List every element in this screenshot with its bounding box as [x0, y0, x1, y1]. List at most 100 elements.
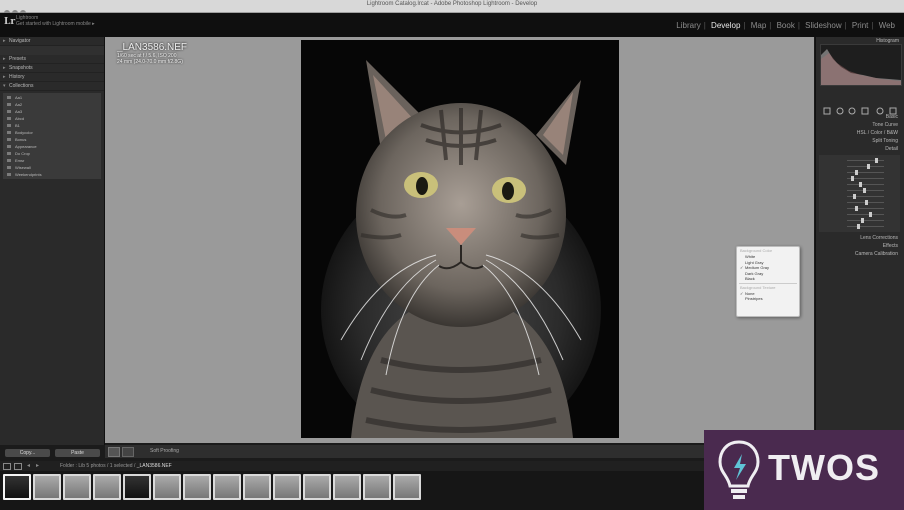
panel-history-header[interactable]: ▸ History	[0, 73, 104, 82]
slider-row[interactable]	[825, 212, 894, 217]
panel-split-toning[interactable]: Split Toning	[815, 137, 904, 145]
module-slideshow[interactable]: Slideshow	[805, 21, 841, 30]
slider-row[interactable]	[825, 170, 894, 175]
filmstrip-thumbnail[interactable]	[153, 474, 181, 500]
panel-snapshots-header[interactable]: ▸ Snapshots	[0, 64, 104, 73]
catalog-label: Lightroom Get started with Lightroom mob…	[16, 15, 95, 27]
thumbnail-image	[215, 476, 239, 498]
lightbulb-logo-icon	[718, 440, 760, 499]
collection-item[interactable]: Weekendprints	[3, 171, 101, 178]
panel-effects[interactable]: Effects	[815, 242, 904, 250]
collection-item[interactable]: B1	[3, 122, 101, 129]
thumbnail-image	[65, 476, 89, 498]
slider-row[interactable]	[825, 176, 894, 181]
thumbnail-image	[395, 476, 419, 498]
panel-hsl[interactable]: HSL / Color / B&W	[815, 129, 904, 137]
forward-arrow-icon[interactable]: ▸	[36, 462, 39, 469]
breadcrumb-current-file: _LAN3586.NEF	[136, 463, 172, 469]
loupe-view-icon[interactable]	[108, 447, 120, 457]
thumbnail-image	[365, 476, 389, 498]
slider-row[interactable]	[825, 158, 894, 163]
collection-item[interactable]: Appearance	[3, 143, 101, 150]
filmstrip-thumbnail[interactable]	[363, 474, 391, 500]
panel-tone-curve[interactable]: Tone Curve	[815, 121, 904, 129]
filmstrip-breadcrumb[interactable]: Folder : Lib 5 photos / 1 selected / _LA…	[60, 463, 172, 469]
thumbnail-image	[245, 476, 269, 498]
filmstrip-thumbnail[interactable]	[93, 474, 121, 500]
module-map[interactable]: Map	[751, 21, 767, 30]
panel-detail[interactable]: Detail	[815, 145, 904, 153]
filmstrip-thumbnail[interactable]	[273, 474, 301, 500]
breadcrumb-folder[interactable]: Folder : Lib	[60, 463, 85, 469]
panel-navigator-header[interactable]: ▸ Navigator	[0, 37, 104, 46]
secondary-display-icon[interactable]	[3, 463, 11, 470]
menu-item-pinstripes[interactable]: Pinstripes	[737, 296, 799, 302]
module-print[interactable]: Print	[852, 21, 868, 30]
panel-basic[interactable]: Basic	[815, 113, 904, 121]
module-web[interactable]: Web	[879, 21, 895, 30]
filmstrip-thumbnail[interactable]	[393, 474, 421, 500]
expand-triangle-icon: ▸	[3, 65, 6, 71]
filmstrip-thumbnail[interactable]	[333, 474, 361, 500]
thumbnail-image	[95, 476, 119, 498]
filmstrip-thumbnail[interactable]	[303, 474, 331, 500]
slider-row[interactable]	[825, 200, 894, 205]
menu-item-black[interactable]: Black	[737, 276, 799, 282]
grid-view-icon[interactable]	[14, 463, 22, 470]
collection-item[interactable]: Aa2	[3, 101, 101, 108]
collection-item[interactable]: Aa1	[3, 94, 101, 101]
module-book[interactable]: Book	[777, 21, 795, 30]
filmstrip-thumbnail[interactable]	[243, 474, 271, 500]
paste-settings-button[interactable]: Paste	[55, 449, 100, 457]
loupe-filename: _LAN3586.NEF	[117, 42, 188, 53]
panel-camera-calibration[interactable]: Camera Calibration	[815, 250, 904, 258]
collection-item[interactable]: Wisewall	[3, 164, 101, 171]
filmstrip-thumbnail[interactable]	[33, 474, 61, 500]
slider-row[interactable]	[825, 206, 894, 211]
collapse-triangle-icon: ▸	[3, 38, 6, 44]
collapse-triangle-icon: ▾	[3, 83, 6, 89]
slider-row[interactable]	[825, 188, 894, 193]
lightroom-logo: Lr	[4, 17, 16, 27]
slider-row[interactable]	[825, 164, 894, 169]
slider-row[interactable]	[825, 224, 894, 229]
module-develop[interactable]: Develop	[711, 21, 740, 30]
thumbnail-image	[305, 476, 329, 498]
histogram[interactable]	[820, 44, 902, 86]
filmstrip-thumbnail[interactable]	[63, 474, 91, 500]
cat-photo[interactable]	[301, 40, 619, 438]
slider-row[interactable]	[825, 218, 894, 223]
navigator-preview[interactable]	[0, 46, 104, 55]
collection-item[interactable]: Bonus	[3, 136, 101, 143]
collection-item[interactable]: Bodycolor	[3, 129, 101, 136]
soft-proofing-checkbox[interactable]: Soft Proofing	[150, 448, 179, 454]
mobile-promo-link[interactable]: Get started with Lightroom mobile ▸	[16, 21, 95, 27]
collection-item[interactable]: Aa3	[3, 108, 101, 115]
panel-lens-corrections[interactable]: Lens Corrections	[815, 234, 904, 242]
panel-collections-header[interactable]: ▾ Collections	[0, 82, 104, 91]
copy-settings-button[interactable]: Copy...	[5, 449, 50, 457]
collection-item[interactable]: Emsr	[3, 157, 101, 164]
slider-row[interactable]	[825, 194, 894, 199]
filmstrip-thumbnail[interactable]	[213, 474, 241, 500]
collection-item[interactable]: Abcd	[3, 115, 101, 122]
window-title-bar: Lightroom Catalog.lrcat - Adobe Photosho…	[0, 0, 904, 16]
loupe-info-overlay: _LAN3586.NEF 1/60 sec at f / 5.6, ISO 20…	[117, 42, 187, 65]
left-panel: ▸ Navigator ▸ Presets ▸ Snapshots ▸ History …	[0, 37, 105, 445]
thumbnail-image	[335, 476, 359, 498]
thumbnail-image	[125, 476, 149, 498]
filmstrip-thumbnail[interactable]	[3, 474, 31, 500]
filmstrip-thumbnail[interactable]	[123, 474, 151, 500]
slider-row[interactable]	[825, 182, 894, 187]
filmstrip-thumbnail[interactable]	[183, 474, 211, 500]
collection-item[interactable]: Do Crop	[3, 150, 101, 157]
module-library[interactable]: Library	[676, 21, 700, 30]
breadcrumb-count: 5 photos / 1 selected /	[86, 463, 136, 469]
detail-sliders	[819, 155, 900, 232]
expand-triangle-icon: ▸	[3, 56, 6, 62]
panel-presets-header[interactable]: ▸ Presets	[0, 55, 104, 64]
back-arrow-icon[interactable]: ◂	[27, 462, 30, 469]
before-after-icon[interactable]	[122, 447, 134, 457]
module-picker: Library | Develop | Map | Book | Slideshow | …	[676, 21, 895, 30]
background-context-menu: Background Color White Light Gray ✓ Mediu…	[736, 246, 800, 317]
